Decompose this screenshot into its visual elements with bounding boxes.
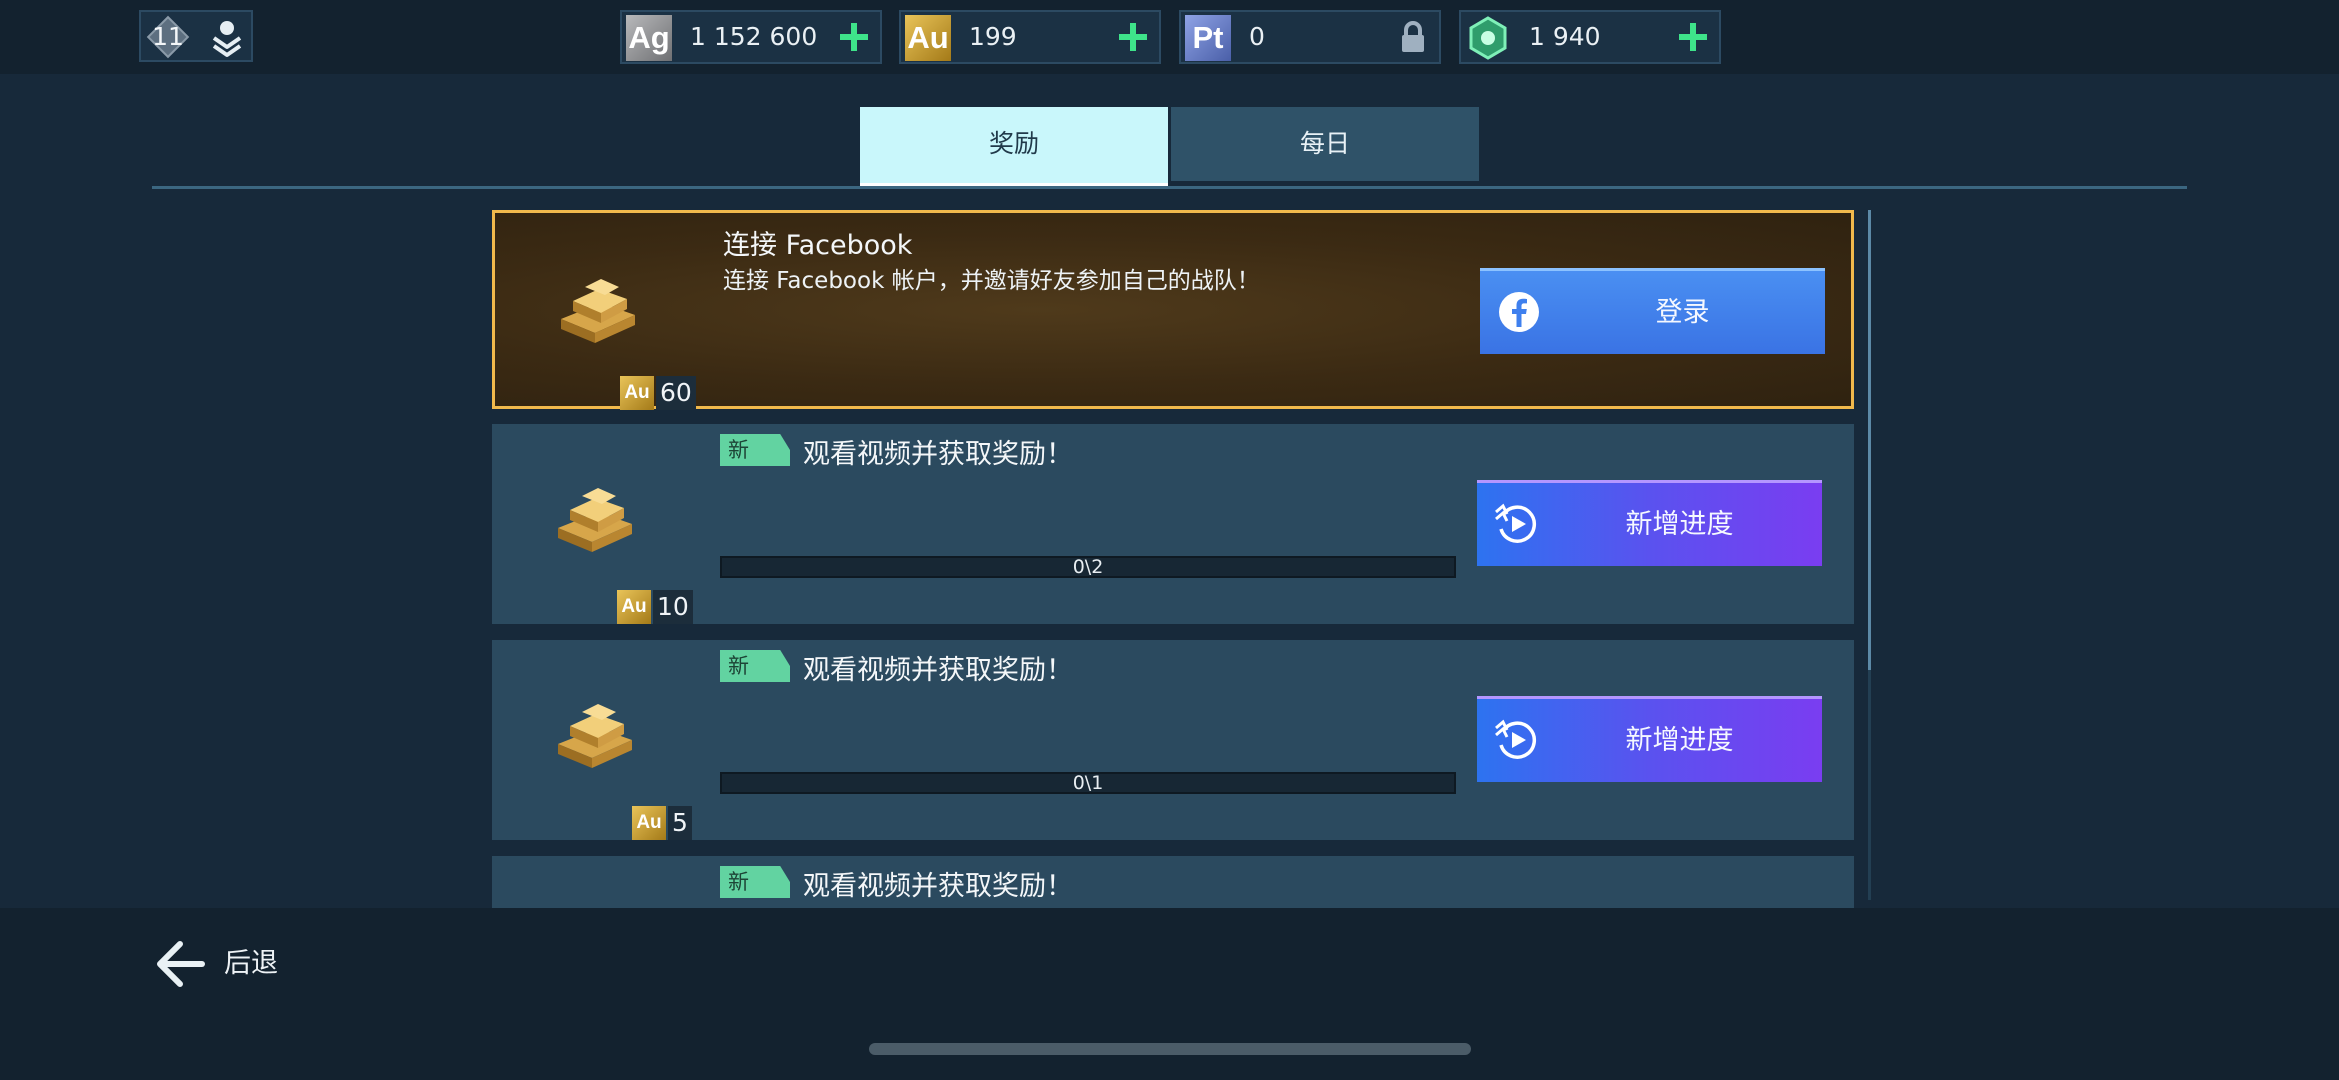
button-label: 新增进度 xyxy=(1625,509,1734,540)
gold-amount: 199 xyxy=(969,22,1017,51)
gold-currency-icon: Au xyxy=(617,590,651,624)
currency-platinum: Pt 0 xyxy=(1179,10,1441,64)
gold-bars-icon xyxy=(558,704,632,768)
currency-gems: 1 940 xyxy=(1459,10,1721,64)
platinum-currency-icon: Pt xyxy=(1185,15,1231,61)
level-badge: 11 xyxy=(146,15,190,59)
plus-icon[interactable] xyxy=(836,19,872,55)
play-refresh-icon xyxy=(1495,503,1537,543)
reward-amount: 5 xyxy=(668,806,692,840)
home-indicator[interactable] xyxy=(869,1043,1471,1055)
new-badge: 新 xyxy=(720,434,790,466)
task-card-video: 新 观看视频并获取奖励！ xyxy=(492,856,1854,908)
progress-text: 0\2 xyxy=(1072,556,1104,578)
facebook-icon xyxy=(1499,292,1539,332)
task-progress-bar: 0\1 xyxy=(720,772,1456,794)
user-download-icon[interactable] xyxy=(207,18,247,58)
lock-icon[interactable] xyxy=(1395,19,1431,55)
arrow-left-icon xyxy=(157,941,205,987)
new-badge: 新 xyxy=(720,866,790,898)
task-title: 观看视频并获取奖励！ xyxy=(803,871,1073,902)
reward-amount: 60 xyxy=(656,376,696,410)
task-card-facebook: Au 60 连接 Facebook 连接 Facebook 帐户，并邀请好友参加… xyxy=(492,210,1854,410)
tab-daily[interactable]: 每日 xyxy=(1171,107,1479,181)
button-label: 新增进度 xyxy=(1625,725,1734,756)
task-card-video: Au 10 新 观看视频并获取奖励！ 0\2 新增进度 xyxy=(492,424,1854,624)
list-scrollbar[interactable] xyxy=(1868,210,1871,900)
gold-bars-icon xyxy=(561,279,635,343)
task-list[interactable]: Au 60 连接 Facebook 连接 Facebook 帐户，并邀请好友参加… xyxy=(492,208,1856,908)
gold-currency-icon: Au xyxy=(632,806,666,840)
facebook-login-button[interactable]: 登录 xyxy=(1480,268,1825,354)
level-number: 11 xyxy=(152,22,184,51)
progress-text: 0\1 xyxy=(1072,772,1104,794)
gold-currency-icon: Au xyxy=(905,15,951,61)
gem-amount: 1 940 xyxy=(1529,22,1601,51)
gold-bars-icon xyxy=(558,488,632,552)
gem-currency-icon xyxy=(1469,16,1507,60)
plus-icon[interactable] xyxy=(1115,19,1151,55)
player-level-panel[interactable]: 11 xyxy=(139,10,253,62)
currency-gold: Au 199 xyxy=(899,10,1161,64)
add-progress-button[interactable]: 新增进度 xyxy=(1477,480,1822,566)
silver-currency-icon: Ag xyxy=(626,15,672,61)
currency-silver: Ag 1 152 600 xyxy=(620,10,882,64)
tabs-divider xyxy=(152,186,2187,189)
reward-amount: 10 xyxy=(653,590,693,624)
task-progress-bar: 0\2 xyxy=(720,556,1456,578)
task-card-video: Au 5 新 观看视频并获取奖励！ 0\1 新增进度 xyxy=(492,640,1854,840)
plus-icon[interactable] xyxy=(1675,19,1711,55)
play-refresh-icon xyxy=(1495,719,1537,759)
scrollbar-thumb[interactable] xyxy=(1868,210,1871,670)
platinum-amount: 0 xyxy=(1249,22,1265,51)
back-button[interactable]: 后退 xyxy=(154,937,304,991)
back-label: 后退 xyxy=(224,948,278,979)
gold-currency-icon: Au xyxy=(620,376,654,410)
task-title: 连接 Facebook xyxy=(723,230,913,261)
silver-amount: 1 152 600 xyxy=(690,22,818,51)
button-label: 登录 xyxy=(1655,297,1710,328)
task-description: 连接 Facebook 帐户，并邀请好友参加自己的战队！ xyxy=(723,268,1260,294)
task-title: 观看视频并获取奖励！ xyxy=(803,655,1073,686)
task-title: 观看视频并获取奖励！ xyxy=(803,439,1073,470)
new-badge: 新 xyxy=(720,650,790,682)
top-bar: 11 Ag 1 152 600 Au 199 Pt 0 1 940 xyxy=(0,0,2339,74)
add-progress-button[interactable]: 新增进度 xyxy=(1477,696,1822,782)
tab-rewards[interactable]: 奖励 xyxy=(860,107,1168,187)
